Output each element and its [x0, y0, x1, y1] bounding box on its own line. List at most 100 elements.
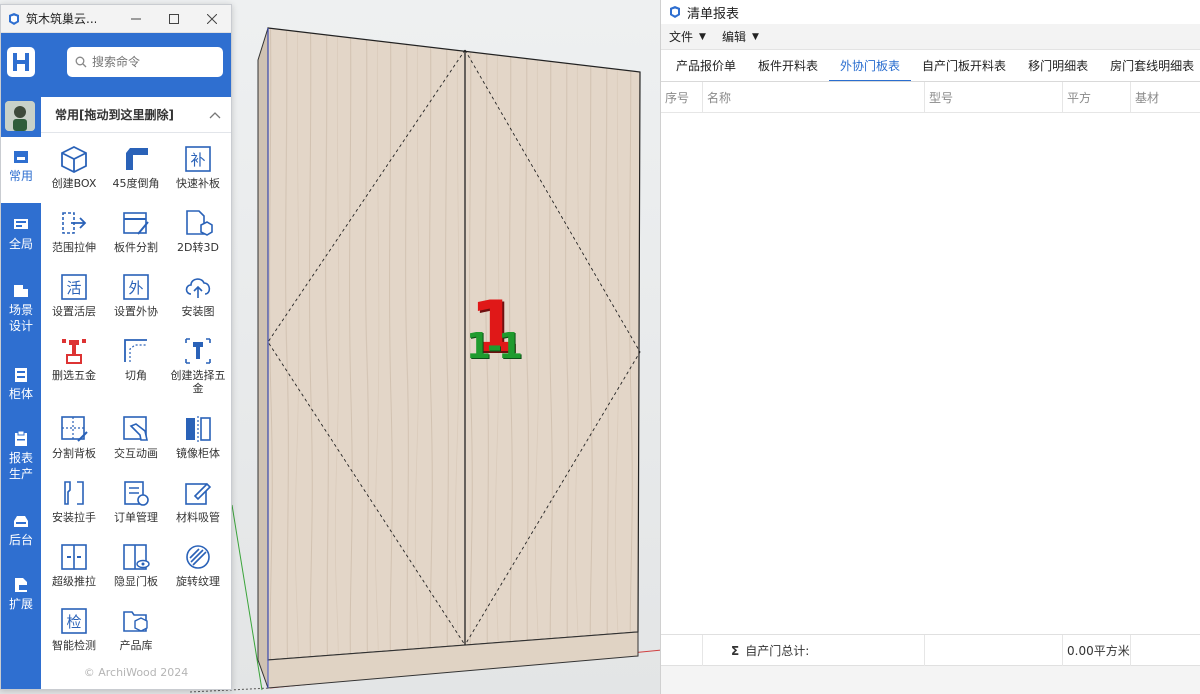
tool-outsource[interactable]: 外 设置外协 — [105, 269, 167, 327]
tool-stretch[interactable]: 范围拉伸 — [43, 205, 105, 263]
tab-door-trim[interactable]: 房门套线明细表 — [1099, 50, 1200, 81]
tool-order[interactable]: 订单管理 — [105, 475, 167, 533]
tool-cut-corner[interactable]: 切角 — [105, 333, 167, 391]
order-icon — [124, 481, 149, 506]
eyedropper-icon — [185, 482, 212, 505]
tool-eyedropper[interactable]: 材料吸管 — [167, 475, 229, 533]
outsource-icon: 外 — [123, 274, 149, 300]
tool-label: 安装拉手 — [52, 511, 96, 524]
sidebar-item-label: 扩展 — [8, 597, 33, 611]
create-hardware-icon — [185, 338, 211, 364]
cut-corner-icon — [124, 339, 147, 362]
column-header[interactable]: 型号 — [925, 82, 1063, 113]
search-box[interactable] — [67, 47, 223, 77]
door-number-label: 1-1 — [466, 326, 523, 367]
tool-push-pull[interactable]: 超级推拉 — [43, 539, 105, 597]
active-layer-icon: 活 — [61, 274, 87, 300]
tool-animation[interactable]: 交互动画 — [105, 411, 167, 469]
category-header[interactable]: 常用[拖动到这里删除] — [41, 97, 231, 133]
sidebar-item-report[interactable]: 报表生产 — [1, 431, 41, 491]
sidebar-item-extend[interactable]: 扩展 — [1, 577, 41, 617]
summary-label: 自产门总计: — [745, 644, 810, 658]
column-header[interactable]: 基材 — [1131, 82, 1200, 113]
tool-create-hardware[interactable]: 创建选择五金 — [167, 333, 229, 405]
tool-split-back[interactable]: 分割背板 — [43, 411, 105, 469]
tool-rotate-texture[interactable]: 旋转纹理 — [167, 539, 229, 597]
tab-self-made-doors[interactable]: 自产门板开料表 — [911, 50, 1017, 81]
sum-icon: Σ — [731, 643, 740, 658]
tool-label: 订单管理 — [114, 511, 158, 524]
tool-label: 45度倒角 — [112, 177, 160, 190]
tool-handle[interactable]: 安装拉手 — [43, 475, 105, 533]
stretch-icon — [62, 212, 87, 234]
sidebar-item-label: 后台 — [8, 533, 33, 547]
tool-label: 隐显门板 — [114, 575, 158, 588]
extend-icon — [15, 578, 27, 592]
svg-text:活: 活 — [66, 279, 81, 297]
split-back-icon — [61, 416, 88, 442]
menu-edit[interactable]: 编辑 ▼ — [722, 28, 759, 45]
minimize-icon — [131, 18, 141, 19]
sidebar-item-label: 常用 — [8, 169, 33, 183]
tab-outsourced-doors[interactable]: 外协门板表 — [829, 50, 912, 81]
caret-down-icon: ▼ — [699, 31, 706, 42]
close-button[interactable] — [193, 5, 231, 33]
tool-label: 交互动画 — [114, 447, 158, 460]
svg-text:外: 外 — [128, 279, 143, 297]
menu-label: 编辑 — [721, 30, 746, 44]
sidebar-item-label: 柜体 — [8, 387, 33, 401]
avatar[interactable] — [5, 101, 35, 131]
cabinet-icon — [15, 368, 27, 382]
tool-door-visibility[interactable]: 隐显门板 — [105, 539, 167, 597]
column-header[interactable]: 名称 — [703, 82, 925, 113]
push-pull-icon — [61, 544, 87, 570]
common-icon — [14, 151, 28, 163]
menu-file[interactable]: 文件 ▼ — [669, 28, 706, 45]
maximize-button[interactable] — [155, 5, 193, 33]
tool-mirror-cabinet[interactable]: 镜像柜体 — [167, 411, 229, 469]
tab-sliding-doors[interactable]: 移门明细表 — [1017, 50, 1099, 81]
table-summary-row: Σ 自产门总计: 0.00平方米 — [661, 634, 1200, 666]
tool-product-library[interactable]: 产品库 — [105, 603, 167, 661]
tool-create-box[interactable]: 创建BOX — [43, 141, 105, 199]
backend-icon — [14, 516, 28, 527]
app-logo-icon — [670, 6, 680, 18]
column-header[interactable]: 序号 — [661, 82, 703, 113]
summary-total: 0.00平方米 — [1063, 635, 1131, 666]
sidebar-item-scene[interactable]: 场景设计 — [1, 283, 41, 343]
sidebar-item-backend[interactable]: 后台 — [1, 513, 41, 553]
tool-split-board[interactable]: 板件分割 — [105, 205, 167, 263]
tool-bevel[interactable]: 45度倒角 — [105, 141, 167, 199]
report-window: 清单报表 文件 ▼ 编辑 ▼ 产品报价单 板件开料表 外协门板表 自产门板开料表… — [660, 0, 1200, 694]
animation-icon — [123, 416, 148, 441]
search-input[interactable] — [92, 55, 212, 69]
tool-patch-board[interactable]: 补 快速补板 — [167, 141, 229, 199]
column-header[interactable]: 平方 — [1063, 82, 1131, 113]
install-drawing-icon — [185, 278, 211, 298]
inspect-icon: 检 — [61, 608, 87, 634]
tool-label: 删选五金 — [52, 369, 96, 382]
menu-label: 文件 — [669, 30, 694, 44]
handle-icon — [64, 481, 84, 505]
tab-board-cutting[interactable]: 板件开料表 — [747, 50, 829, 81]
status-strip — [661, 666, 1200, 694]
menu-bar: 文件 ▼ 编辑 ▼ — [661, 24, 1200, 50]
tab-quotation[interactable]: 产品报价单 — [665, 50, 747, 81]
tool-active-layer[interactable]: 活 设置活层 — [43, 269, 105, 327]
sidebar-item-common[interactable]: 常用 — [1, 137, 41, 203]
minimize-button[interactable] — [117, 5, 155, 33]
tool-install-drawing[interactable]: 安装图 — [167, 269, 229, 327]
user-avatar-icon — [5, 101, 35, 131]
product-library-icon — [123, 611, 148, 632]
report-titlebar[interactable]: 清单报表 — [661, 0, 1200, 24]
chevron-up-icon[interactable] — [209, 111, 221, 119]
sidebar-item-global[interactable]: 全局 — [1, 217, 41, 257]
sidebar-item-cabinet[interactable]: 柜体 — [1, 367, 41, 407]
category-title: 常用[拖动到这里删除] — [55, 108, 174, 122]
summary-label-cell: Σ 自产门总计: — [703, 635, 925, 666]
tool-inspect[interactable]: 检 智能检测 — [43, 603, 105, 661]
tool-filter-hardware[interactable]: 删选五金 — [43, 333, 105, 391]
svg-text:检: 检 — [66, 613, 81, 631]
plugin-titlebar[interactable]: 筑木筑巢云... — [1, 5, 231, 33]
tool-2d-to-3d[interactable]: 2D转3D — [167, 205, 229, 263]
